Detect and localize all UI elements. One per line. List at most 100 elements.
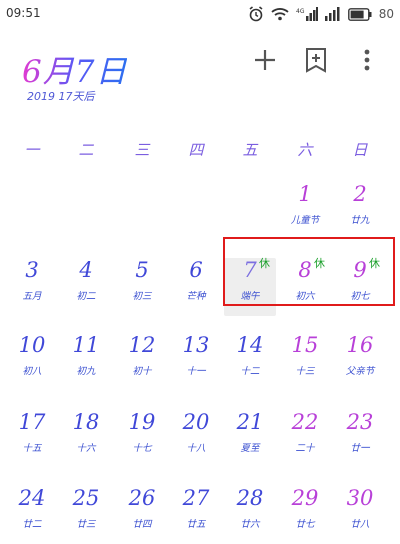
calendar-day[interactable]: 24 廿二 [6,486,58,544]
day-number: 27 [182,486,210,510]
lunar-label: 五月 [22,291,42,302]
lunar-label: 廿七 [295,519,315,530]
status-bar: 09:51 4G 80 [0,0,400,28]
lunar-label: 十六 [76,443,96,454]
day-number: 6 [189,258,203,282]
calendar-day[interactable]: 30 廿八 [334,486,386,544]
calendar-day[interactable]: 5 初三 [116,258,168,316]
calendar-day[interactable]: 13 十一 [170,333,222,391]
day-number: 2 [353,182,367,206]
day-number: 13 [182,333,210,357]
lunar-label: 初八 [22,366,42,377]
lunar-label: 廿一 [350,443,370,454]
weekday-label: 三 [134,141,150,159]
date-title[interactable]: 6月7日 [22,46,127,91]
calendar-day[interactable]: 28 廿六 [224,486,276,544]
calendar-day[interactable]: 3 五月 [6,258,58,316]
day-number: 19 [128,410,156,434]
weekday-label: 六 [297,141,313,159]
status-time: 09:51 [6,6,41,20]
calendar-day[interactable]: 25 廿三 [60,486,112,544]
lunar-label: 十一 [186,366,206,377]
day-number: 1 [298,182,312,206]
highlight-box [223,237,395,306]
lunar-label: 廿六 [240,519,260,530]
day-number: 25 [72,486,100,510]
battery-icon [347,7,372,21]
status-icons: 4G 80 [248,4,394,24]
bookmark-add-icon [306,48,326,73]
calendar-day[interactable]: 15 十三 [279,333,331,391]
weekday-label: 日 [352,141,368,159]
lunar-label: 廿五 [186,519,206,530]
calendar-day[interactable]: 26 廿四 [116,486,168,544]
lunar-label: 初九 [76,366,96,377]
day-number: 4 [79,258,93,282]
lunar-label: 十八 [186,443,206,454]
calendar-day[interactable]: 14 十二 [224,333,276,391]
calendar-day[interactable]: 20 十八 [170,410,222,468]
lunar-label: 儿童节 [290,215,320,226]
day-number: 12 [128,333,156,357]
calendar-day[interactable]: 27 廿五 [170,486,222,544]
weekday-label: 二 [78,141,94,159]
calendar-day[interactable]: 1 儿童节 [279,182,331,240]
more-button[interactable] [354,47,380,73]
day-number: 30 [346,486,374,510]
calendar-day[interactable]: 6 芒种 [170,258,222,316]
date-subtitle: 2019 17天后 [27,90,95,103]
signal-4g-icon: 4G [296,7,318,21]
day-number: 24 [18,486,46,510]
signal-icon [324,7,340,21]
calendar-day[interactable]: 23 廿一 [334,410,386,468]
day-number: 18 [72,410,100,434]
day-number: 3 [25,258,39,282]
plus-icon [255,50,275,70]
day-number: 20 [182,410,210,434]
alarm-icon [249,6,263,22]
more-vertical-icon [364,49,370,71]
day-number: 22 [291,410,319,434]
battery-level: 80 [378,7,394,21]
calendar-day[interactable]: 11 初九 [60,333,112,391]
day-number: 10 [18,333,46,357]
calendar-day[interactable]: 16 父亲节 [334,333,386,391]
calendar-day[interactable]: 2 廿九 [334,182,386,240]
calendar-day[interactable]: 4 初二 [60,258,112,316]
calendar-day[interactable]: 12 初十 [116,333,168,391]
lunar-label: 初十 [132,366,152,377]
lunar-label: 廿二 [22,519,42,530]
lunar-label: 十三 [295,366,315,377]
day-number: 26 [128,486,156,510]
lunar-label: 二十 [295,443,315,454]
lunar-label: 初三 [132,291,152,302]
add-event-button[interactable] [252,47,278,73]
calendar-day[interactable]: 29 廿七 [279,486,331,544]
weekday-header: 一二三四五六日 [0,133,400,159]
bookmark-button[interactable] [303,47,329,73]
day-number: 15 [291,333,319,357]
calendar-day[interactable]: 18 十六 [60,410,112,468]
lunar-label: 廿八 [350,519,370,530]
lunar-label: 夏至 [240,443,260,454]
lunar-label: 廿四 [132,519,152,530]
lunar-label: 十五 [22,443,42,454]
day-number: 28 [236,486,264,510]
lunar-label: 十七 [132,443,152,454]
day-number: 5 [135,258,149,282]
day-number: 17 [18,410,46,434]
day-number: 23 [346,410,374,434]
weekday-label: 五 [242,141,258,159]
day-number: 29 [291,486,319,510]
calendar-day[interactable]: 19 十七 [116,410,168,468]
day-number: 21 [236,410,264,434]
calendar-day[interactable]: 10 初八 [6,333,58,391]
lunar-label: 廿九 [350,215,370,226]
lunar-label: 十二 [240,366,260,377]
calendar-day[interactable]: 17 十五 [6,410,58,468]
calendar-day[interactable]: 21 夏至 [224,410,276,468]
lunar-label: 芒种 [186,291,206,302]
svg-text:4G: 4G [296,8,305,15]
day-number: 14 [236,333,264,357]
calendar-day[interactable]: 22 二十 [279,410,331,468]
